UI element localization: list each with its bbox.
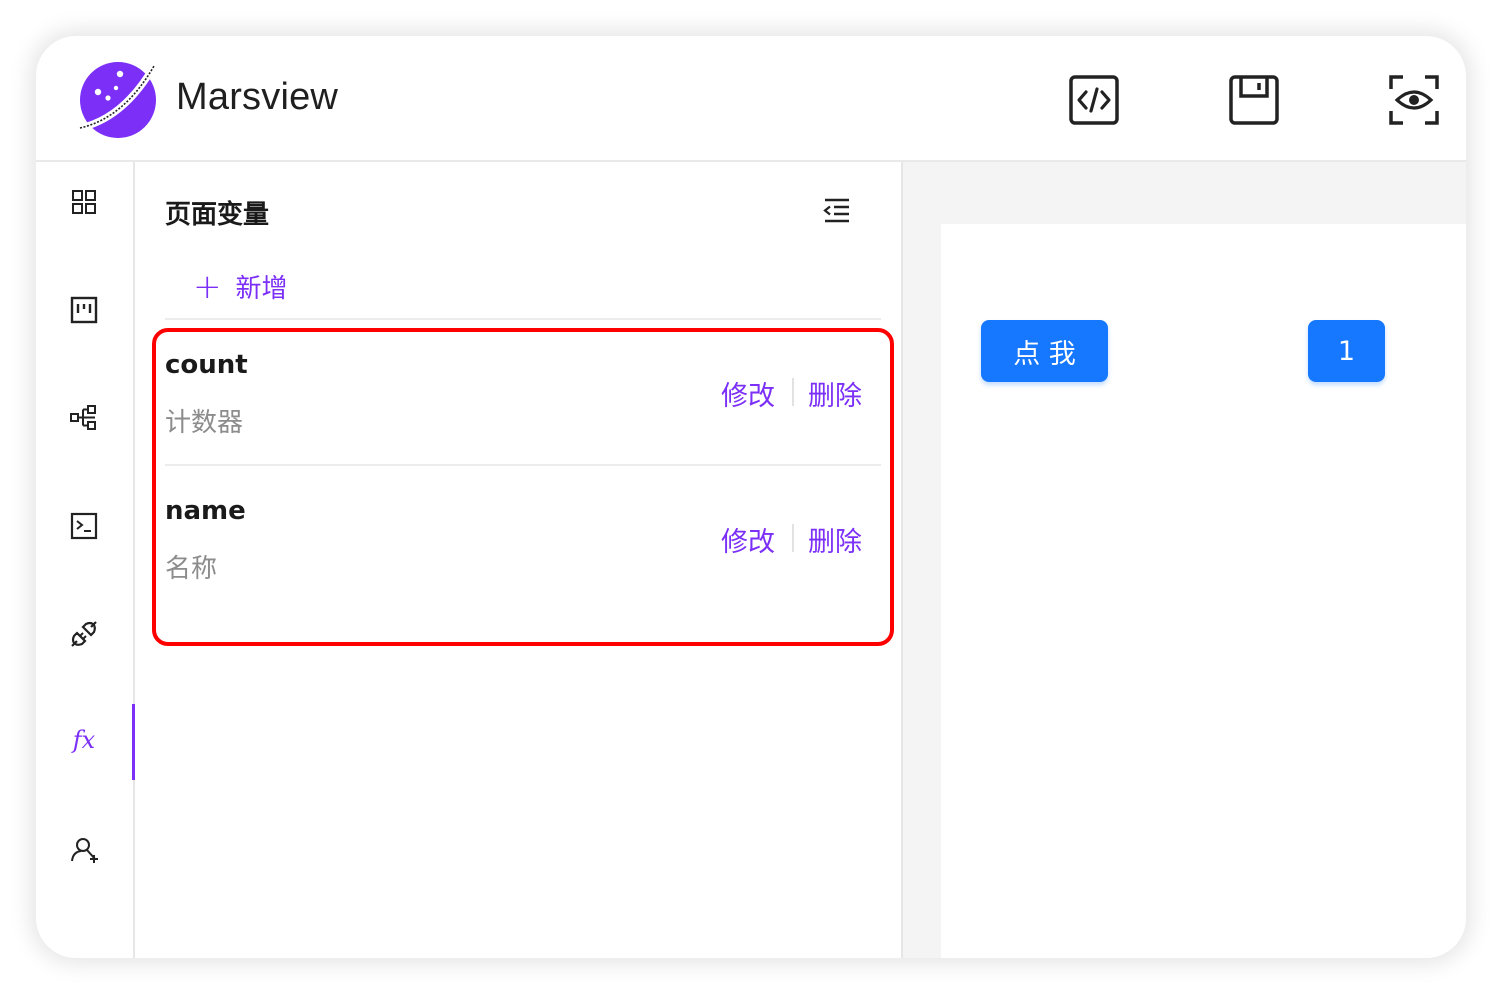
add-variable-button[interactable]: + 新增 bbox=[193, 268, 288, 305]
sidebar-item-components[interactable] bbox=[62, 180, 106, 224]
add-variable-label: 新增 bbox=[235, 274, 288, 304]
app-title: Marsview bbox=[176, 76, 339, 118]
sidebar-item-api[interactable] bbox=[62, 612, 106, 656]
action-separator bbox=[792, 378, 794, 406]
plus-icon: + bbox=[193, 266, 222, 307]
edit-variable-button[interactable]: 修改 bbox=[721, 520, 775, 559]
sidebar-item-code[interactable] bbox=[62, 504, 106, 548]
canvas-page: 点 我 1 bbox=[941, 224, 1466, 958]
design-canvas: 点 我 1 bbox=[903, 162, 1466, 958]
delete-variable-button[interactable]: 删除 bbox=[808, 520, 862, 559]
edit-variable-button[interactable]: 修改 bbox=[721, 374, 775, 413]
fx-icon: fx bbox=[72, 726, 96, 754]
sidebar-item-pages[interactable] bbox=[62, 288, 106, 332]
divider bbox=[165, 318, 881, 320]
variable-description: 计数器 bbox=[165, 408, 244, 438]
terminal-icon bbox=[70, 512, 98, 540]
board-icon bbox=[70, 296, 98, 324]
code-button[interactable] bbox=[1068, 74, 1120, 126]
grid-icon bbox=[72, 190, 96, 214]
top-header: Marsview bbox=[36, 36, 1466, 162]
save-icon bbox=[1229, 75, 1279, 125]
preview-button[interactable] bbox=[1388, 74, 1440, 126]
action-separator bbox=[792, 524, 794, 552]
panel-title: 页面变量 bbox=[165, 200, 270, 230]
preview-icon bbox=[1389, 75, 1439, 125]
variables-panel: 页面变量 + 新增 count 计数器 修改 删除 name 名称 修改 删除 bbox=[135, 162, 903, 958]
variable-description: 名称 bbox=[165, 554, 218, 584]
plug-icon bbox=[71, 621, 97, 647]
save-button[interactable] bbox=[1228, 74, 1280, 126]
sidebar-item-outline[interactable] bbox=[62, 396, 106, 440]
app-window: Marsview fx 页面变量 + 新增 count 计数器 修改 删除 na… bbox=[36, 36, 1466, 958]
divider bbox=[165, 464, 881, 466]
count-value-button[interactable]: 1 bbox=[1308, 320, 1385, 382]
collapse-menu-icon[interactable] bbox=[819, 192, 855, 228]
user-add-icon bbox=[71, 838, 98, 863]
click-me-button[interactable]: 点 我 bbox=[981, 320, 1108, 382]
sidebar-item-members[interactable] bbox=[62, 828, 106, 872]
code-icon bbox=[1069, 75, 1119, 125]
delete-variable-button[interactable]: 删除 bbox=[808, 374, 862, 413]
sidebar-item-variables[interactable]: fx bbox=[62, 720, 106, 764]
tree-icon bbox=[70, 405, 96, 430]
variable-name: name bbox=[165, 496, 246, 526]
left-sidebar: fx bbox=[36, 162, 135, 958]
variable-name: count bbox=[165, 350, 248, 380]
marsview-logo bbox=[79, 62, 158, 138]
